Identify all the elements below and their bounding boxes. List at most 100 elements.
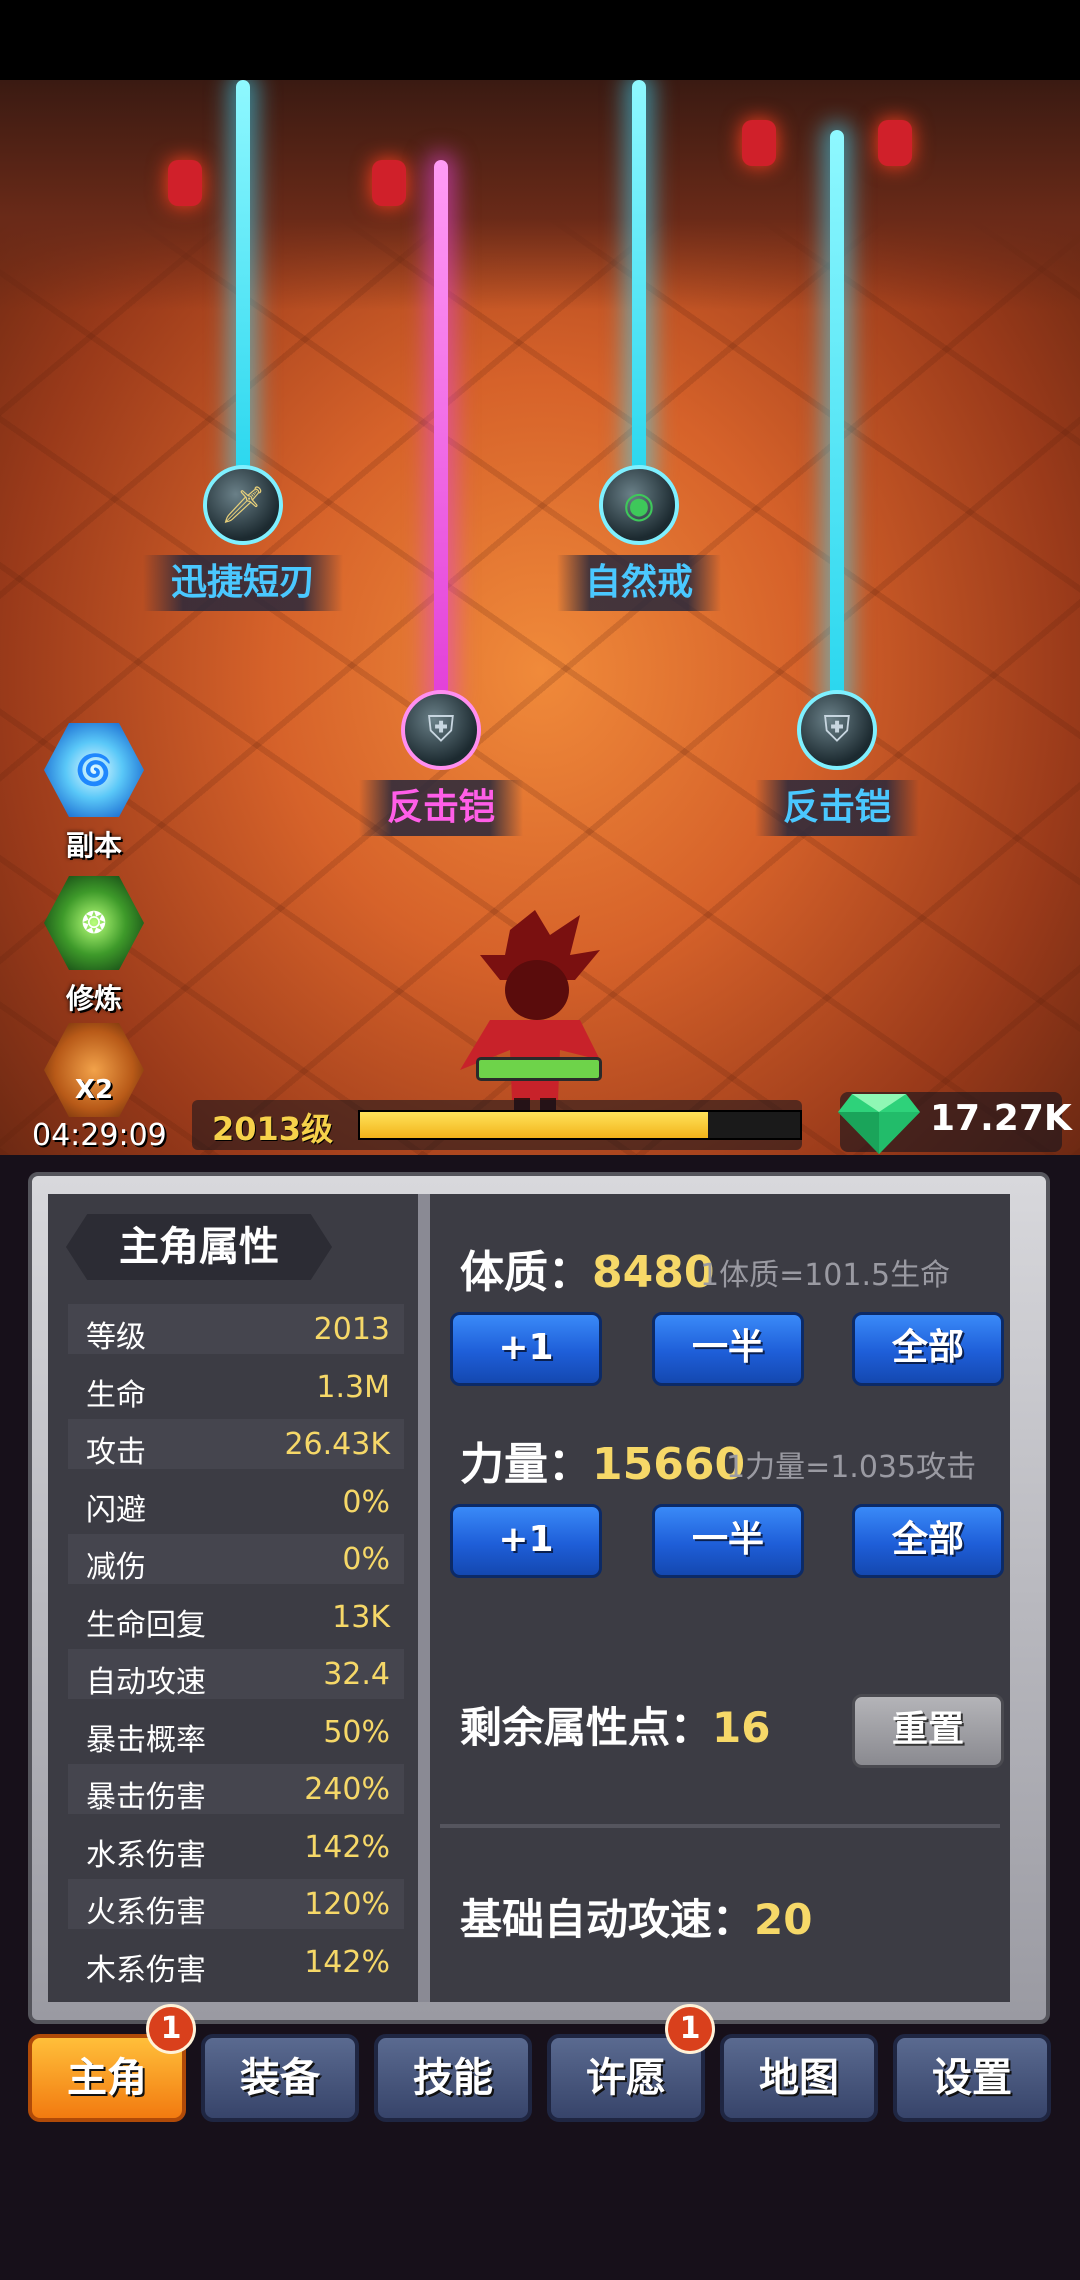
background-building <box>0 80 1080 310</box>
stat-value: 0% <box>342 1484 390 1520</box>
section-divider <box>440 1824 1000 1828</box>
stat-value: 240% <box>304 1772 390 1807</box>
hero-level: 2013级 <box>212 1110 334 1148</box>
hero-attribute-panel: 主角属性 等级 2013 生命 1.3M 攻击 26.43K 闪避 0% 减伤 0% 生命回复 13K… <box>28 1172 1050 2024</box>
stat-value: 26.43K <box>284 1427 390 1462</box>
stat-name: 减伤 <box>86 1550 146 1585</box>
strength-all-button[interactable]: 全部 <box>852 1504 1004 1578</box>
training-icon: ❂ <box>44 876 144 970</box>
stat-row: 等级 2013 <box>68 1304 404 1355</box>
base-attack-speed-label: 基础自动攻速： <box>460 1895 755 1944</box>
double-boost-icon: X2 <box>44 1023 144 1117</box>
hero-hp-bar <box>476 1057 602 1081</box>
stat-name: 水系伤害 <box>86 1837 206 1873</box>
game-scene[interactable]: 🗡 迅捷短刃 ◉ 自然戒 ⛨ 反击铠 ⛨ 反击铠 <box>0 80 1080 1155</box>
lantern-icon <box>168 160 202 206</box>
stat-row: 生命 1.3M <box>68 1362 404 1413</box>
boost-badge: X2 <box>74 1075 114 1105</box>
base-attack-speed-value: 20 <box>754 1895 813 1944</box>
loot-beam <box>830 130 844 705</box>
notification-badge: 1 <box>146 2004 196 2054</box>
stat-row: 闪避 0% <box>68 1477 404 1528</box>
stat-row: 木系伤害 142% <box>68 1937 404 1988</box>
lantern-icon <box>742 120 776 166</box>
constitution-half-button[interactable]: 一半 <box>652 1312 804 1386</box>
dungeon-label: 副本 <box>65 829 122 862</box>
stat-name: 火系伤害 <box>86 1895 206 1930</box>
stat-row: 自动攻速 32.4 <box>68 1649 404 1700</box>
stat-value: 1.3M <box>316 1369 390 1405</box>
loot-label[interactable]: 自然戒 <box>556 555 722 611</box>
tab-4[interactable]: 地图 <box>720 2034 878 2122</box>
strength-half-button[interactable]: 一半 <box>652 1504 804 1578</box>
loot-label[interactable]: 反击铠 <box>754 780 920 836</box>
stat-row: 暴击伤害 240% <box>68 1764 404 1815</box>
stat-row: 火系伤害 120% <box>68 1879 404 1930</box>
constitution-title: 体质：8480 <box>460 1236 714 1300</box>
strength-title: 力量：15660 <box>460 1428 745 1492</box>
stat-name: 木系伤害 <box>86 1952 206 1988</box>
dungeon-portal-icon: 🌀 <box>44 723 144 817</box>
armor-icon[interactable]: ⛨ <box>401 690 481 770</box>
xp-progress-bar <box>358 1110 802 1140</box>
double-boost-button[interactable]: X2 <box>42 1020 146 1120</box>
stat-value: 13K <box>332 1599 390 1635</box>
attribute-list: 主角属性 等级 2013 生命 1.3M 攻击 26.43K 闪避 0% 减伤 0% 生命回复 13K… <box>48 1194 418 2002</box>
stat-value: 0% <box>342 1542 390 1577</box>
loot-label[interactable]: 反击铠 <box>358 780 524 836</box>
gem-count: 17.27K <box>930 1098 1072 1139</box>
stat-row: 生命回复 13K <box>68 1592 404 1643</box>
remaining-points-value: 16 <box>712 1703 771 1752</box>
loot-beam <box>632 80 646 480</box>
notification-badge: 1 <box>665 2004 715 2054</box>
strength-plus-one-button[interactable]: +1 <box>450 1504 602 1578</box>
stat-name: 暴击概率 <box>86 1722 206 1758</box>
stat-name: 闪避 <box>86 1492 146 1528</box>
lantern-icon <box>878 120 912 166</box>
remaining-points: 剩余属性点：16 <box>460 1694 770 1755</box>
strength-label: 力量： <box>460 1439 592 1490</box>
stat-value: 142% <box>304 1944 390 1980</box>
stat-row: 暴击概率 50% <box>68 1707 404 1758</box>
reset-button[interactable]: 重置 <box>852 1694 1004 1768</box>
constitution-value: 8480 <box>592 1247 715 1298</box>
stat-value: 2013 <box>313 1312 390 1347</box>
tab-5[interactable]: 设置 <box>893 2034 1051 2122</box>
xp-progress-fill <box>360 1112 708 1138</box>
stat-value: 142% <box>304 1829 390 1865</box>
loot-beam <box>434 160 448 705</box>
armor-icon[interactable]: ⛨ <box>797 690 877 770</box>
strength-value: 15660 <box>592 1439 746 1490</box>
panel-divider <box>418 1194 430 2002</box>
stat-value: 32.4 <box>323 1657 390 1692</box>
loot-label[interactable]: 迅捷短刃 <box>142 555 344 611</box>
constitution-plus-one-button[interactable]: +1 <box>450 1312 602 1386</box>
remaining-points-label: 剩余属性点： <box>460 1703 713 1752</box>
training-button[interactable]: ❂ 修炼 <box>42 873 146 1017</box>
boost-timer: 04:29:09 <box>32 1118 167 1153</box>
stat-name: 生命回复 <box>86 1607 206 1643</box>
constitution-all-button[interactable]: 全部 <box>852 1312 1004 1386</box>
stat-name: 等级 <box>86 1320 146 1355</box>
strength-hint: 1力量=1.035攻击 <box>726 1450 977 1485</box>
stat-row: 水系伤害 142% <box>68 1822 404 1873</box>
stat-name: 攻击 <box>86 1435 146 1470</box>
loot-beam <box>236 80 250 480</box>
attribute-title: 主角属性 <box>66 1214 332 1280</box>
status-bar <box>0 0 1080 80</box>
stat-row: 减伤 0% <box>68 1534 404 1585</box>
allocation-area: 体质：8480 1体质=101.5生命 +1 一半 全部 力量：15660 1力… <box>430 1194 1010 2002</box>
constitution-hint: 1体质=101.5生命 <box>700 1258 951 1293</box>
dungeon-button[interactable]: 🌀 副本 <box>42 720 146 864</box>
diamond-gem-icon[interactable] <box>836 1088 922 1158</box>
training-label: 修炼 <box>65 982 122 1015</box>
tab-1[interactable]: 装备 <box>201 2034 359 2122</box>
stat-value: 120% <box>304 1887 390 1922</box>
tab-2[interactable]: 技能 <box>374 2034 532 2122</box>
stat-name: 自动攻速 <box>86 1665 206 1700</box>
ring-icon[interactable]: ◉ <box>599 465 679 545</box>
stat-row: 攻击 26.43K <box>68 1419 404 1470</box>
dagger-icon[interactable]: 🗡 <box>203 465 283 545</box>
stat-name: 生命 <box>86 1377 146 1413</box>
stat-value: 50% <box>323 1714 390 1750</box>
